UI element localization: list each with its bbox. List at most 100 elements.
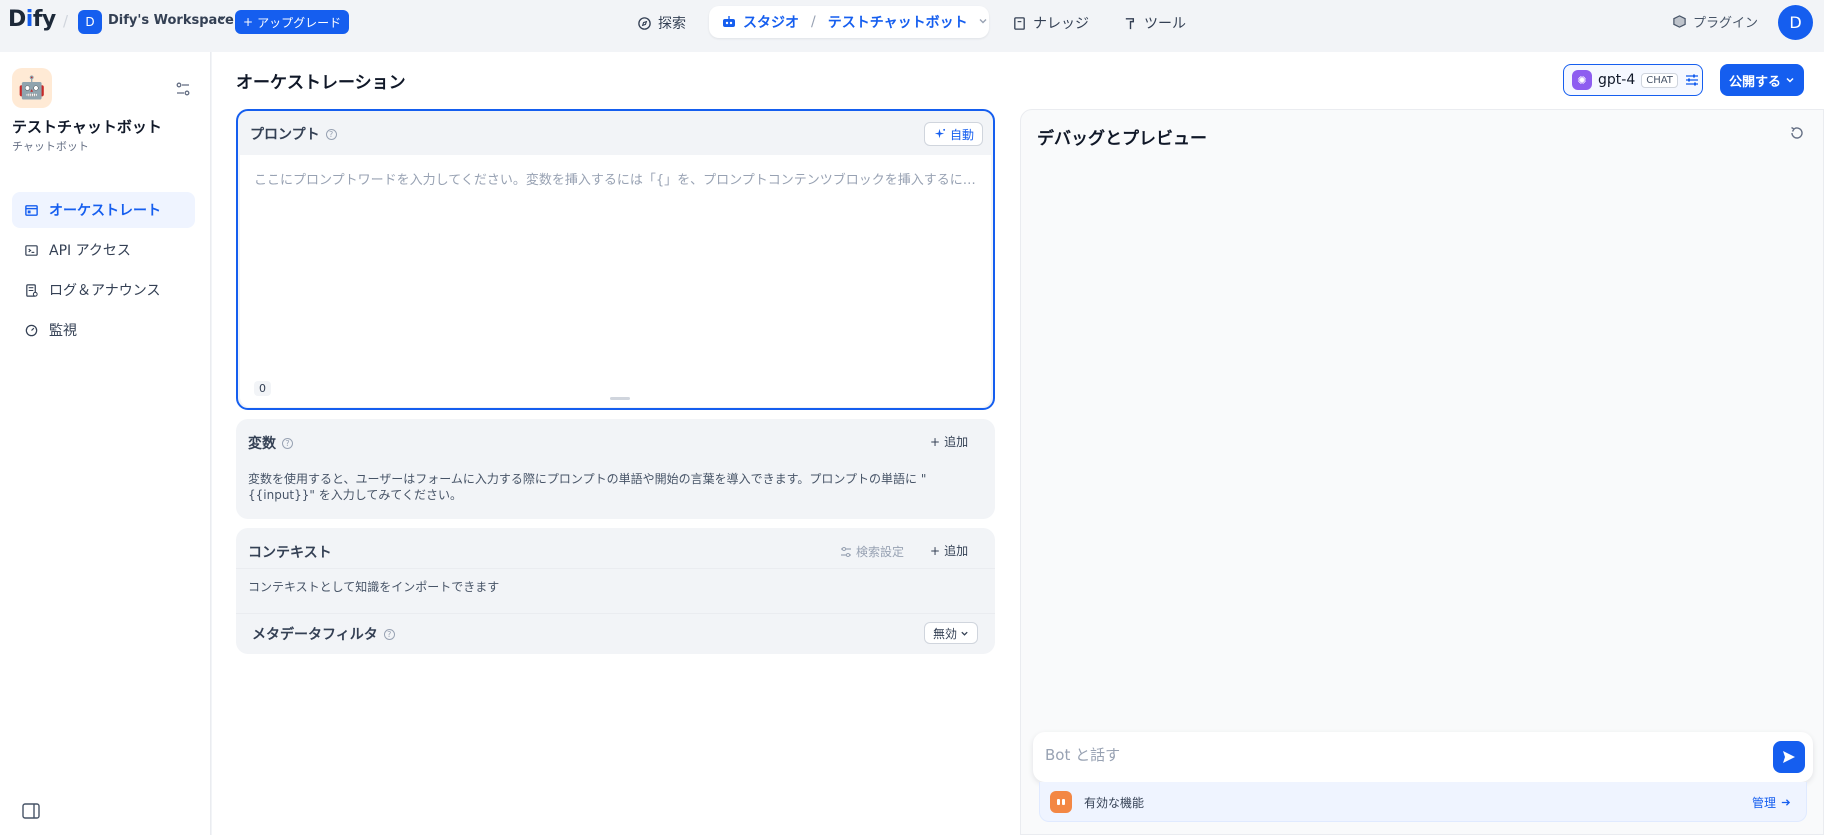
- plugins-label: プラグイン: [1693, 16, 1759, 31]
- chevron-down-icon[interactable]: [978, 16, 988, 29]
- sidebar-app-type: チャットボット: [12, 140, 89, 153]
- nav-knowledge[interactable]: ナレッジ: [1012, 8, 1089, 38]
- chat-input[interactable]: [1045, 746, 1745, 764]
- retrieval-settings-button[interactable]: 検索設定: [840, 543, 904, 560]
- sidebar-item-orchestrate[interactable]: オーケストレート: [12, 192, 195, 228]
- prompt-title: プロンプト: [250, 127, 320, 143]
- cube-icon: [1673, 15, 1686, 28]
- app-settings-icon[interactable]: [172, 78, 194, 100]
- sliders-icon: [1685, 74, 1698, 86]
- page-title: オーケストレーション: [236, 73, 406, 93]
- sidebar: 🤖 テストチャットボット チャットボット オーケストレート API アクセス ロ…: [0, 52, 211, 835]
- metadata-filter-header: メタデータフィルタ ?: [252, 624, 395, 644]
- nav-studio-label: スタジオ: [743, 15, 799, 31]
- debug-preview-panel: デバッグとプレビュー 有効な機能 管理: [1020, 109, 1824, 835]
- book-icon: [1014, 16, 1025, 30]
- nav-separator: /: [811, 14, 816, 30]
- features-icon: [1050, 791, 1072, 813]
- workspace-avatar[interactable]: D: [78, 10, 102, 34]
- file-list-icon: [26, 283, 38, 297]
- variables-title: 変数: [248, 436, 276, 452]
- add-variable-button[interactable]: + 追加: [930, 433, 968, 450]
- nav-tools-label: ツール: [1144, 16, 1186, 32]
- send-button[interactable]: [1773, 741, 1805, 773]
- prompt-textarea[interactable]: ここにプロンプトワードを入力してください。変数を挿入するには「{」を、プロンプト…: [240, 155, 991, 407]
- breadcrumb-separator: /: [63, 12, 69, 30]
- prompt-editor: プロンプト ? 自動 ここにプロンプトワードを入力してください。変数を挿入するに…: [236, 109, 995, 410]
- nav-tools[interactable]: ツール: [1123, 8, 1186, 38]
- sparkle-icon: +: [243, 15, 254, 29]
- context-description: コンテキストとして知識をインポートできます: [248, 580, 500, 594]
- user-avatar[interactable]: D: [1778, 5, 1813, 40]
- chevron-down-icon[interactable]: [217, 13, 227, 26]
- variables-description: 変数を使用すると、ユーザーはフォームに入力する際にプロンプトの単語や開始の言葉を…: [248, 472, 927, 502]
- upgrade-label: アップグレード: [257, 15, 342, 30]
- debug-title: デバッグとプレビュー: [1037, 129, 1207, 149]
- sidebar-item-logs[interactable]: ログ＆アナウンス: [12, 272, 195, 308]
- compass-icon: [638, 16, 651, 30]
- dify-logo[interactable]: Dify: [8, 7, 56, 32]
- resize-handle[interactable]: [610, 397, 630, 400]
- manage-label: 管理: [1752, 796, 1777, 810]
- plus-icon: +: [930, 434, 941, 449]
- help-icon[interactable]: ?: [282, 437, 293, 449]
- sidebar-collapse-icon[interactable]: [22, 803, 42, 821]
- nav-explore[interactable]: 探索: [637, 8, 686, 38]
- main-content: オーケストレーション ✺ gpt-4 CHAT 公開する プロンプト ? 自動 …: [212, 52, 1824, 835]
- metadata-filter-value: 無効: [933, 626, 958, 641]
- metadata-filter-title: メタデータフィルタ: [252, 627, 378, 643]
- help-icon[interactable]: ?: [325, 128, 337, 140]
- sidebar-item-monitoring[interactable]: 監視: [12, 312, 195, 348]
- add-label: 追加: [944, 544, 969, 558]
- top-bar: Dify / D Dify's Workspace + アップグレード 探索 ス…: [0, 0, 1824, 44]
- variables-section: 変数 ? + 追加 変数を使用すると、ユーザーはフォームに入力する際にプロンプト…: [236, 419, 995, 519]
- publish-label: 公開する: [1728, 74, 1781, 90]
- layout-icon: [25, 204, 38, 216]
- hammer-icon: [1125, 17, 1135, 29]
- robot-icon: [723, 16, 735, 27]
- arrow-right-icon: [1781, 799, 1791, 806]
- plus-icon: +: [930, 543, 941, 558]
- chevron-down-icon: [961, 631, 968, 636]
- refresh-icon[interactable]: [1789, 125, 1807, 143]
- chat-input-box: [1033, 732, 1813, 782]
- app-robot-icon: 🤖: [12, 68, 52, 108]
- model-selector-button[interactable]: ✺ gpt-4 CHAT: [1563, 64, 1703, 96]
- context-title: コンテキスト: [248, 545, 332, 561]
- model-mode-badge: CHAT: [1641, 72, 1678, 88]
- send-icon: [1783, 751, 1795, 763]
- prompt-placeholder: ここにプロンプトワードを入力してください。変数を挿入するには「{」を、プロンプト…: [254, 173, 979, 188]
- divider: [236, 613, 995, 614]
- dashboard-icon: [25, 324, 38, 336]
- sidebar-item-api-access[interactable]: API アクセス: [12, 232, 195, 268]
- prompt-header: プロンプト ?: [250, 124, 337, 144]
- model-name: gpt-4: [1598, 72, 1636, 88]
- divider: [236, 568, 995, 569]
- auto-label: 自動: [949, 127, 974, 142]
- sidebar-item-label: オーケストレート: [49, 203, 161, 219]
- nav-app-name[interactable]: テストチャットボット: [828, 12, 968, 32]
- plugins-button[interactable]: プラグイン: [1672, 12, 1758, 31]
- help-icon[interactable]: ?: [383, 628, 395, 640]
- sidebar-app-name: テストチャットボット: [12, 118, 162, 136]
- openai-icon: ✺: [1572, 70, 1592, 90]
- add-label: 追加: [944, 435, 969, 449]
- upgrade-button[interactable]: + アップグレード: [235, 10, 350, 34]
- workspace-name[interactable]: Dify's Workspace: [108, 13, 234, 28]
- terminal-icon: [25, 244, 38, 256]
- nav-explore-label: 探索: [658, 16, 686, 32]
- sidebar-item-label: ログ＆アナウンス: [49, 283, 161, 299]
- add-context-button[interactable]: + 追加: [930, 542, 968, 559]
- nav-studio[interactable]: スタジオ / テストチャットボット: [709, 6, 989, 38]
- publish-button[interactable]: 公開する: [1720, 64, 1804, 96]
- context-section: コンテキスト 検索設定 + 追加 コンテキストとして知識をインポートできます メ…: [236, 528, 995, 654]
- sliders-icon: [841, 546, 851, 557]
- manage-features-button[interactable]: 管理: [1752, 794, 1791, 811]
- chevron-down-icon: [1786, 77, 1794, 83]
- features-bar: 有効な機能 管理: [1039, 782, 1807, 822]
- nav-knowledge-label: ナレッジ: [1033, 16, 1089, 32]
- sidebar-item-label: API アクセス: [49, 243, 131, 259]
- metadata-filter-select[interactable]: 無効: [924, 622, 979, 644]
- char-count: 0: [254, 381, 271, 396]
- auto-generate-button[interactable]: 自動: [923, 122, 983, 146]
